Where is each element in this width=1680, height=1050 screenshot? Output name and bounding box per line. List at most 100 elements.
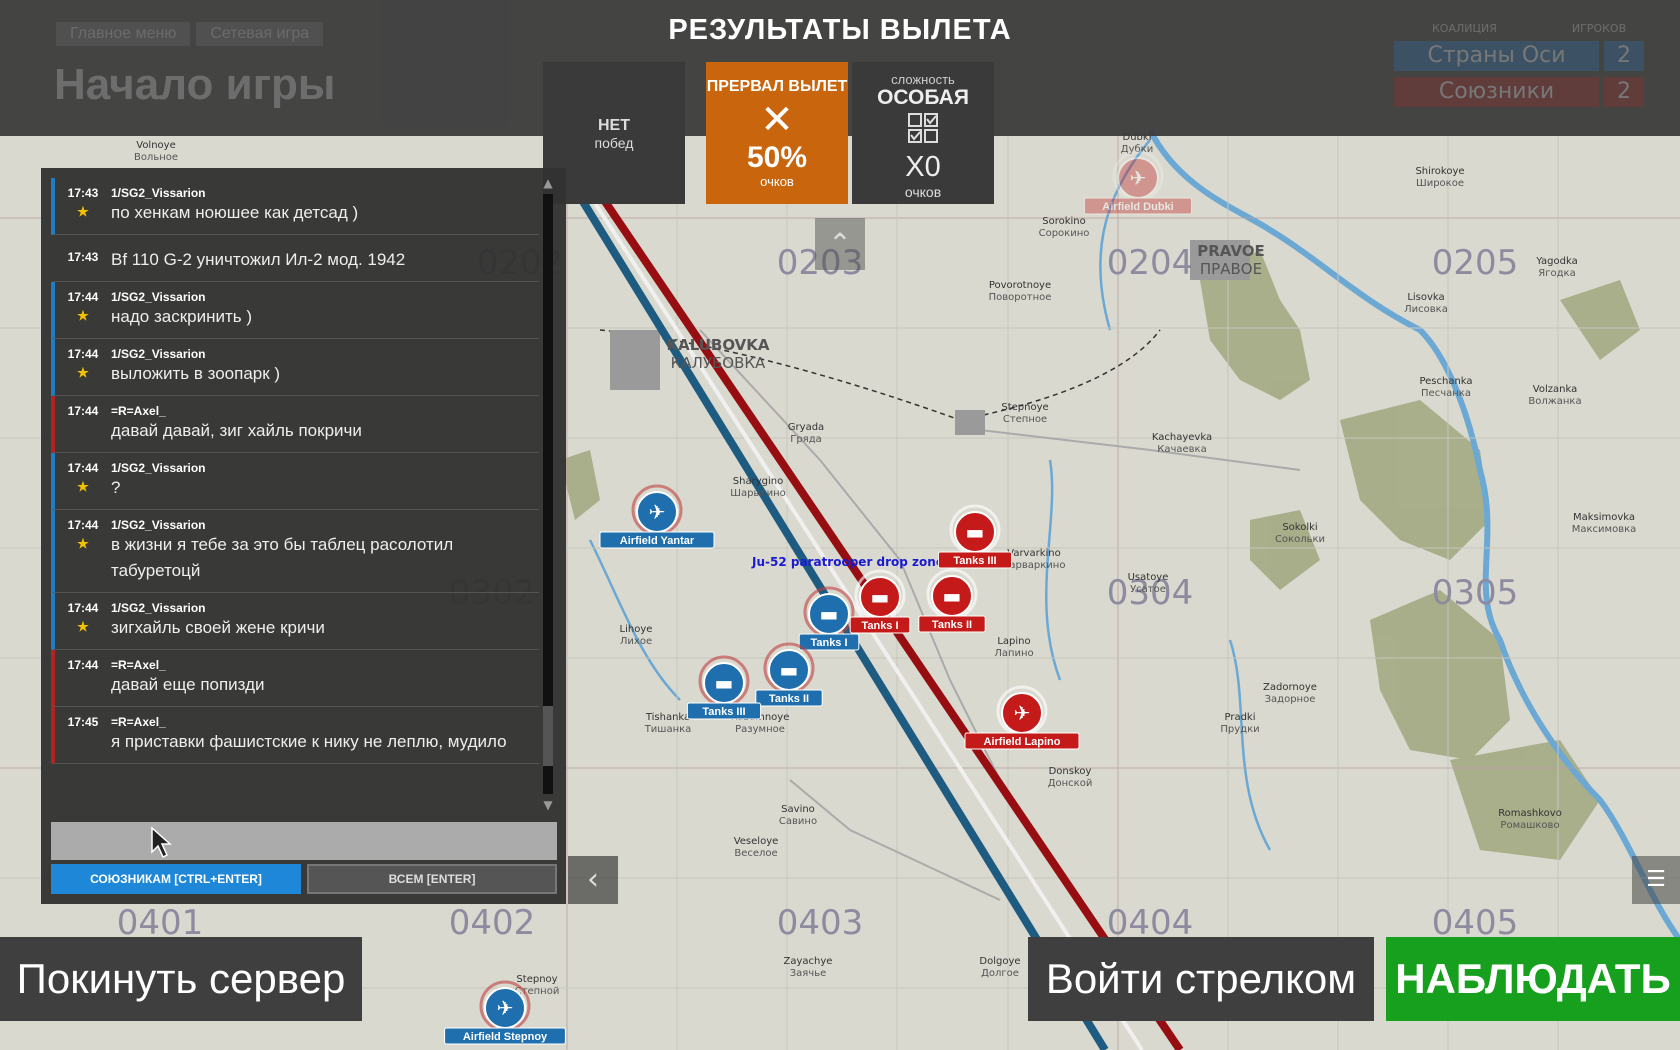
score-multiplier: X0 <box>905 151 941 183</box>
town-name-ru: Савино <box>779 816 817 827</box>
checklist-icon <box>908 113 938 143</box>
marker-label: Airfield Dubki <box>1102 201 1174 213</box>
list-icon[interactable]: ☰ <box>1632 856 1680 904</box>
town-name: Lihoye <box>620 624 653 635</box>
message-author[interactable]: 1/SG2_Vissarion <box>111 186 531 200</box>
message-time: 17:44 ★ <box>55 461 111 501</box>
expand-up-button[interactable]: ⌃ <box>815 218 865 270</box>
town-name: Povorotnoye <box>989 280 1051 291</box>
town-name: Sharygino <box>733 476 783 487</box>
coalition-name: Союзники <box>1394 77 1599 107</box>
message-author[interactable]: 1/SG2_Vissarion <box>111 347 531 361</box>
town-name-ru: Прудки <box>1220 724 1259 735</box>
town-name-ru: Гряда <box>790 434 822 445</box>
town-name: Usatoye <box>1128 572 1169 583</box>
town-name-ru: Сорокино <box>1039 228 1090 239</box>
tank-icon: ▬ <box>943 584 962 608</box>
join-as-gunner-button[interactable]: Войти стрелком <box>1028 937 1374 1021</box>
marker-label: Tanks I <box>861 620 898 632</box>
chat-message: 17:43 ★ 1/SG2_Vissarion по хенкам ноюшее ка… <box>51 178 539 235</box>
sortie-status-label: ПРЕРВАЛ ВЫЛЕТ <box>706 78 848 95</box>
grid-square-label: 0205 <box>1432 243 1519 283</box>
town-name-ru: Песчанка <box>1421 388 1471 399</box>
town-name: Gryada <box>788 422 824 433</box>
chat-message: 17:44 ★ 1/SG2_Vissarion надо заскринить ) <box>51 282 539 339</box>
chat-input[interactable] <box>51 822 557 860</box>
town-name-ru: Усатое <box>1130 584 1166 595</box>
town-name: Volzanka <box>1533 384 1577 395</box>
town-name: Romashkovo <box>1498 808 1562 819</box>
coalition-row-allies: Союзники 2 <box>1394 77 1644 107</box>
town-name: Volnoye <box>136 140 176 151</box>
chat-message: 17:43 Bf 110 G-2 уничтожил Ил-2 мод. 1942 <box>51 235 539 282</box>
score-percent: 50% <box>746 141 808 174</box>
message-time: 17:44 ★ <box>55 601 111 641</box>
page-title: Начало игры <box>54 60 336 109</box>
message-author[interactable]: =R=Axel_ <box>111 715 531 729</box>
message-author[interactable]: 1/SG2_Vissarion <box>111 601 531 615</box>
message-text: в жизни я тебе за это бы таблец расолоти… <box>111 535 454 580</box>
town-name-ru: Шарыгино <box>730 488 785 499</box>
message-author[interactable]: =R=Axel_ <box>111 404 531 418</box>
star-icon: ★ <box>77 365 89 380</box>
chat-panel: 17:43 ★ 1/SG2_Vissarion по хенкам ноюшее ка… <box>41 168 566 904</box>
scroll-down-icon[interactable]: ▼ <box>539 798 557 812</box>
marker-label: Tanks II <box>769 693 809 705</box>
town-name: PRAVOE <box>1197 242 1264 260</box>
results-title: РЕЗУЛЬТАТЫ ВЫЛЕТА <box>668 14 1012 46</box>
scroll-up-icon[interactable]: ▲ <box>539 176 557 190</box>
airfield-icon: ✈ <box>1014 701 1031 725</box>
message-author[interactable]: 1/SG2_Vissarion <box>111 518 531 532</box>
town-name: Zadornoye <box>1263 682 1317 693</box>
town-name-ru: Донской <box>1048 778 1093 789</box>
town-name: Shirokoye <box>1415 166 1464 177</box>
town-name: Sokolki <box>1282 522 1317 533</box>
star-icon: ★ <box>77 204 89 219</box>
chat-message: 17:44 =R=Axel_ давай давай, зиг хайль покр… <box>51 396 539 453</box>
player-count: 2 <box>1604 77 1644 107</box>
tank-icon: ▬ <box>715 671 734 695</box>
grid-square-label: 0403 <box>777 903 864 943</box>
leave-server-button[interactable]: Покинуть сервер <box>0 937 362 1021</box>
grid-square-label: 0305 <box>1432 573 1519 613</box>
tank-icon: ▬ <box>966 520 985 544</box>
message-author[interactable]: =R=Axel_ <box>111 658 531 672</box>
message-time: 17:44 <box>67 658 99 672</box>
town-name-ru: Ромашково <box>1500 820 1559 831</box>
chat-message: 17:45 =R=Axel_ я приставки фашистские к ни… <box>51 707 539 764</box>
scroll-thumb[interactable] <box>543 706 553 766</box>
chat-scrollbar[interactable]: ▲ ▼ <box>539 176 557 812</box>
marker-label: Tanks II <box>932 619 972 631</box>
send-to-allies-button[interactable]: СОЮЗНИКАМ [CTRL+ENTER] <box>51 864 301 894</box>
town-name: Dolgoye <box>979 956 1020 967</box>
chat-message: 17:44 ★ 1/SG2_Vissarion в жизни я тебе за э… <box>51 510 539 593</box>
message-text: ? <box>111 478 121 497</box>
marker-label: Airfield Yantar <box>620 535 695 547</box>
town-name-ru: Максимовка <box>1572 524 1637 535</box>
star-icon: ★ <box>77 619 89 634</box>
message-text: по хенкам ноюшее как детсад ) <box>111 203 359 222</box>
message-text: давай еще попизди <box>111 675 265 694</box>
marker-label: Tanks III <box>953 555 996 567</box>
collapse-chat-button[interactable]: ‹ <box>568 856 618 904</box>
observe-button[interactable]: НАБЛЮДАТЬ <box>1386 937 1680 1021</box>
town-name-ru: Лихое <box>620 636 652 647</box>
message-time: 17:45 <box>67 715 99 729</box>
message-author[interactable]: 1/SG2_Vissarion <box>111 461 531 475</box>
chat-message: 17:44 ★ 1/SG2_Vissarion? <box>51 453 539 510</box>
town-name-ru: Тишанка <box>644 724 692 735</box>
send-to-all-button[interactable]: ВСЕМ [ENTER] <box>307 864 557 894</box>
town-name: Peschanka <box>1419 376 1472 387</box>
town-name: Sorokino <box>1042 216 1086 227</box>
message-time: 17:43 ★ <box>55 186 111 226</box>
town-name-ru: Качаевка <box>1157 444 1206 455</box>
scroll-track[interactable] <box>543 194 553 794</box>
chat-messages: 17:43 ★ 1/SG2_Vissarion по хенкам ноюшее ка… <box>51 178 539 810</box>
tank-icon: ▬ <box>780 658 799 682</box>
score-unit: очков <box>760 174 794 189</box>
town-name: Lapino <box>997 636 1030 647</box>
message-author[interactable]: 1/SG2_Vissarion <box>111 290 531 304</box>
mouse-cursor-icon <box>151 826 172 859</box>
message-time: 17:44 <box>67 404 99 418</box>
town-name-ru: Сокольки <box>1275 534 1325 545</box>
